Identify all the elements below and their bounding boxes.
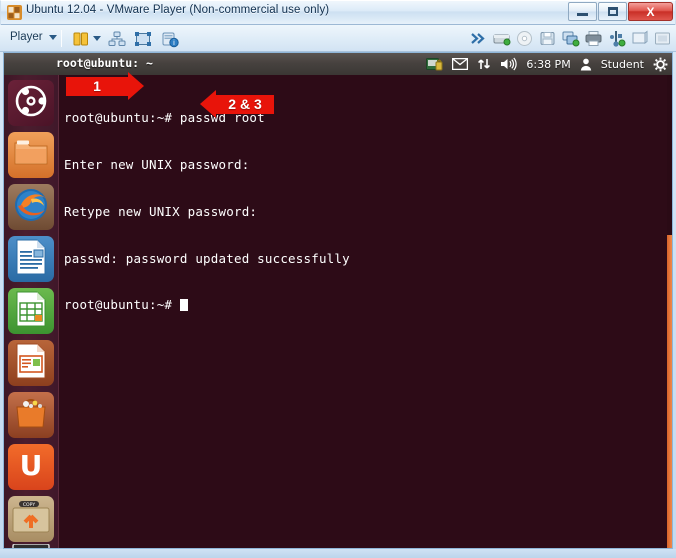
display-icon[interactable] bbox=[630, 29, 649, 48]
network-updown-icon[interactable] bbox=[477, 57, 491, 71]
full-screen-icon[interactable] bbox=[134, 30, 152, 48]
annotation-arrow-2-3: 2 & 3 bbox=[200, 90, 274, 118]
terminal-line: Retype new UNIX password: bbox=[64, 203, 258, 219]
ubuntu-guest-screen: root@ubuntu: ~ 6:38 PM Student U COPY ro… bbox=[3, 52, 673, 549]
player-menu-label: Player bbox=[10, 31, 43, 43]
hard-disk-icon[interactable] bbox=[492, 29, 511, 48]
firefox-icon bbox=[12, 186, 50, 229]
ubuntu-logo-icon bbox=[14, 84, 48, 123]
panel-clock[interactable]: 6:38 PM bbox=[526, 58, 570, 71]
launcher-item-libreoffice-impress[interactable] bbox=[8, 340, 54, 386]
toolbar-separator bbox=[61, 30, 62, 47]
network-adapter-icon[interactable] bbox=[561, 29, 580, 48]
user-avatar-icon[interactable] bbox=[580, 58, 592, 71]
terminal-prompt-text: root@ubuntu:~# bbox=[64, 297, 180, 313]
terminal-line: root@ubuntu:~# passwd root bbox=[64, 110, 265, 126]
terminal-output[interactable]: root@ubuntu:~# passwd root Enter new UNI… bbox=[59, 75, 672, 548]
spreadsheet-calc-icon bbox=[15, 291, 47, 332]
window-titlebar: Ubuntu 12.04 - VMware Player (Non-commer… bbox=[0, 0, 676, 25]
ubuntu-one-u-icon: U bbox=[14, 448, 48, 487]
floppy-icon[interactable] bbox=[538, 29, 557, 48]
minimize-button[interactable] bbox=[568, 2, 597, 21]
cd-dvd-icon[interactable] bbox=[515, 29, 534, 48]
unity-mode-icon[interactable] bbox=[108, 30, 126, 48]
presentation-impress-icon bbox=[15, 343, 47, 384]
chevron-double-right-icon[interactable] bbox=[469, 29, 488, 48]
terminal-cursor bbox=[179, 299, 188, 312]
vm-status-icons bbox=[469, 29, 672, 48]
close-button[interactable]: X bbox=[628, 2, 673, 21]
panel-window-title: root@ubuntu: ~ bbox=[56, 56, 153, 70]
unity-launcher: U COPY bbox=[4, 75, 59, 548]
folder-icon bbox=[13, 138, 49, 173]
workspace-switcher-icon: COPY bbox=[11, 500, 51, 539]
terminal-line: passwd: password updated successfully bbox=[64, 250, 350, 266]
launcher-item-libreoffice-calc[interactable] bbox=[8, 288, 54, 334]
volume-speaker-icon[interactable] bbox=[500, 57, 518, 71]
window-bottom-frame bbox=[0, 549, 676, 558]
envelope-messaging-icon[interactable] bbox=[452, 58, 469, 70]
arrow-head-right-icon bbox=[128, 72, 144, 100]
vm-settings-icon[interactable]: i bbox=[161, 30, 179, 48]
annotation-arrow-1-label: 1 bbox=[66, 76, 128, 96]
terminal-line: Enter new UNIX password: bbox=[64, 156, 250, 172]
launcher-item-files[interactable] bbox=[8, 132, 54, 178]
player-menu-button[interactable]: Player bbox=[10, 31, 57, 43]
window-controls: X bbox=[567, 2, 673, 21]
gear-session-icon[interactable] bbox=[653, 57, 668, 72]
maximize-icon bbox=[607, 7, 618, 16]
launcher-item-dash-home[interactable] bbox=[8, 80, 54, 126]
window-title: Ubuntu 12.04 - VMware Player (Non-commer… bbox=[26, 4, 330, 16]
svg-text:COPY: COPY bbox=[23, 502, 35, 508]
svg-text:i: i bbox=[173, 39, 175, 47]
terminal-scrollbar-thumb[interactable] bbox=[667, 235, 672, 548]
usb-icon[interactable] bbox=[607, 29, 626, 48]
launcher-item-firefox[interactable] bbox=[8, 184, 54, 230]
chevron-down-icon bbox=[48, 34, 57, 40]
software-bag-icon bbox=[14, 397, 48, 434]
arrow-head-left-icon bbox=[200, 90, 216, 118]
terminal-prompt-line: root@ubuntu:~# bbox=[64, 297, 672, 313]
annotation-arrow-1: 1 bbox=[66, 72, 144, 100]
pause-dropdown-chevron-down-icon[interactable] bbox=[93, 36, 101, 41]
vmware-ubuntu-icon bbox=[7, 5, 22, 20]
svg-text:U: U bbox=[20, 449, 43, 482]
panel-username[interactable]: Student bbox=[601, 58, 644, 71]
minimize-icon bbox=[577, 13, 588, 16]
vmware-player-window: ...Desktop Repository Desktop... Ubuntu … bbox=[0, 0, 676, 558]
launcher-item-workspace-switcher[interactable]: COPY bbox=[8, 496, 54, 542]
terminal-scrollbar[interactable] bbox=[667, 75, 672, 548]
message-log-icon[interactable] bbox=[653, 29, 672, 48]
panel-indicator-area: 6:38 PM Student bbox=[426, 53, 668, 75]
document-writer-icon bbox=[15, 239, 47, 280]
annotation-arrow-2-3-label: 2 & 3 bbox=[216, 94, 274, 114]
maximize-button[interactable] bbox=[598, 2, 627, 21]
printer-icon[interactable] bbox=[584, 29, 603, 48]
launcher-item-libreoffice-writer[interactable] bbox=[8, 236, 54, 282]
launcher-item-ubuntu-one[interactable]: U bbox=[8, 444, 54, 490]
launcher-item-software-center[interactable] bbox=[8, 392, 54, 438]
pause-vm-icon[interactable] bbox=[72, 30, 90, 48]
vmware-toolbar: Player i bbox=[0, 25, 676, 52]
keyring-network-icon[interactable] bbox=[426, 57, 443, 72]
